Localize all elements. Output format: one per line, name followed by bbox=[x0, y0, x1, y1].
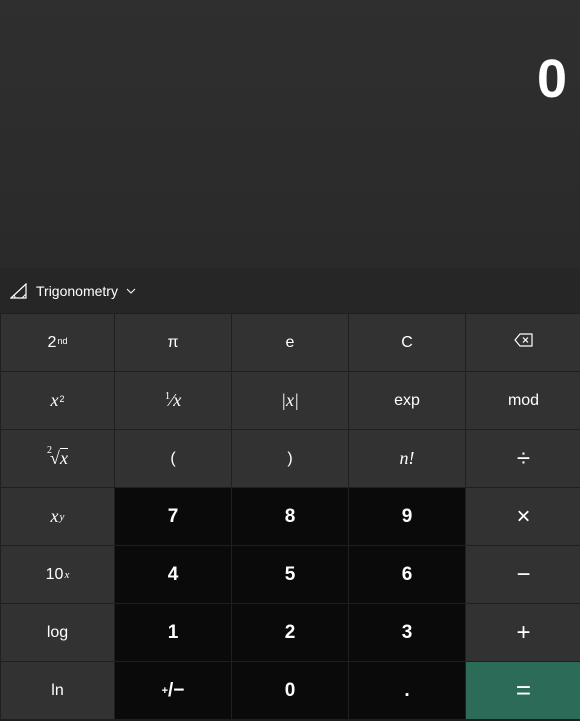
equals-button[interactable]: = bbox=[466, 662, 580, 719]
calculator-window: 0 Trigonometry 2nd π e C x 2 1⁄x |x| exp… bbox=[0, 0, 580, 721]
trigonometry-dropdown[interactable]: Trigonometry bbox=[10, 274, 144, 308]
clear-button[interactable]: C bbox=[349, 314, 465, 371]
digit-4-button[interactable]: 4 bbox=[115, 546, 231, 603]
chevron-down-icon bbox=[126, 288, 136, 294]
digit-1-button[interactable]: 1 bbox=[115, 604, 231, 661]
x-power-y-sup: y bbox=[59, 510, 65, 523]
second-sup: nd bbox=[57, 335, 68, 346]
negate-button[interactable]: +/− bbox=[115, 662, 231, 719]
reciprocal-denominator: x bbox=[173, 390, 182, 410]
digit-9-button[interactable]: 9 bbox=[349, 488, 465, 545]
triangle-angle-icon bbox=[10, 283, 28, 299]
x-squared-sup: 2 bbox=[59, 393, 65, 404]
absolute-value-button[interactable]: |x| bbox=[232, 372, 348, 429]
mod-button[interactable]: mod bbox=[466, 372, 580, 429]
x-squared-base: x bbox=[50, 390, 59, 410]
exp-button[interactable]: exp bbox=[349, 372, 465, 429]
display-value: 0 bbox=[536, 49, 567, 109]
multiply-button[interactable]: × bbox=[466, 488, 580, 545]
factorial-button[interactable]: n! bbox=[349, 430, 465, 487]
digit-6-button[interactable]: 6 bbox=[349, 546, 465, 603]
divide-button[interactable]: ÷ bbox=[466, 430, 580, 487]
second-label: 2 bbox=[47, 333, 57, 351]
keypad: 2nd π e C x2 1⁄x |x| exp mod 2 √ x () n… bbox=[0, 313, 580, 721]
trigonometry-label: Trigonometry bbox=[36, 283, 118, 299]
square-root-label: 2 √ x bbox=[47, 445, 68, 469]
backspace-button[interactable] bbox=[466, 314, 580, 371]
root-variable: x bbox=[59, 448, 68, 468]
plus-button[interactable]: + bbox=[466, 604, 580, 661]
square-root-button[interactable]: 2 √ x bbox=[1, 430, 114, 487]
reciprocal-label: 1⁄x bbox=[165, 390, 182, 411]
digit-2-button[interactable]: 2 bbox=[232, 604, 348, 661]
log-button[interactable]: log bbox=[1, 604, 114, 661]
digit-5-button[interactable]: 5 bbox=[232, 546, 348, 603]
ten-power-x-button[interactable]: 10 x bbox=[1, 546, 114, 603]
function-bar: Trigonometry bbox=[0, 268, 580, 314]
e-button[interactable]: e bbox=[232, 314, 348, 371]
reciprocal-button[interactable]: 1⁄x bbox=[115, 372, 231, 429]
root-index: 2 bbox=[47, 445, 53, 456]
minus-button[interactable]: − bbox=[466, 546, 580, 603]
ten-power-x-base: 10 bbox=[45, 565, 64, 583]
open-paren-button[interactable]: ( bbox=[115, 430, 231, 487]
digit-8-button[interactable]: 8 bbox=[232, 488, 348, 545]
decimal-button[interactable]: . bbox=[349, 662, 465, 719]
close-paren-button[interactable]: ) bbox=[232, 430, 348, 487]
digit-7-button[interactable]: 7 bbox=[115, 488, 231, 545]
display-area: 0 bbox=[0, 0, 580, 268]
pi-button[interactable]: π bbox=[115, 314, 231, 371]
digit-3-button[interactable]: 3 bbox=[349, 604, 465, 661]
digit-0-button[interactable]: 0 bbox=[232, 662, 348, 719]
backspace-icon bbox=[513, 333, 534, 352]
negate-rest: /− bbox=[168, 679, 185, 701]
second-function-button[interactable]: 2nd bbox=[1, 314, 114, 371]
ten-power-x-sup: x bbox=[64, 568, 70, 581]
x-power-y-button[interactable]: xy bbox=[1, 488, 114, 545]
x-squared-button[interactable]: x2 bbox=[1, 372, 114, 429]
x-power-y-base: x bbox=[50, 506, 59, 526]
ln-button[interactable]: ln bbox=[1, 662, 114, 719]
